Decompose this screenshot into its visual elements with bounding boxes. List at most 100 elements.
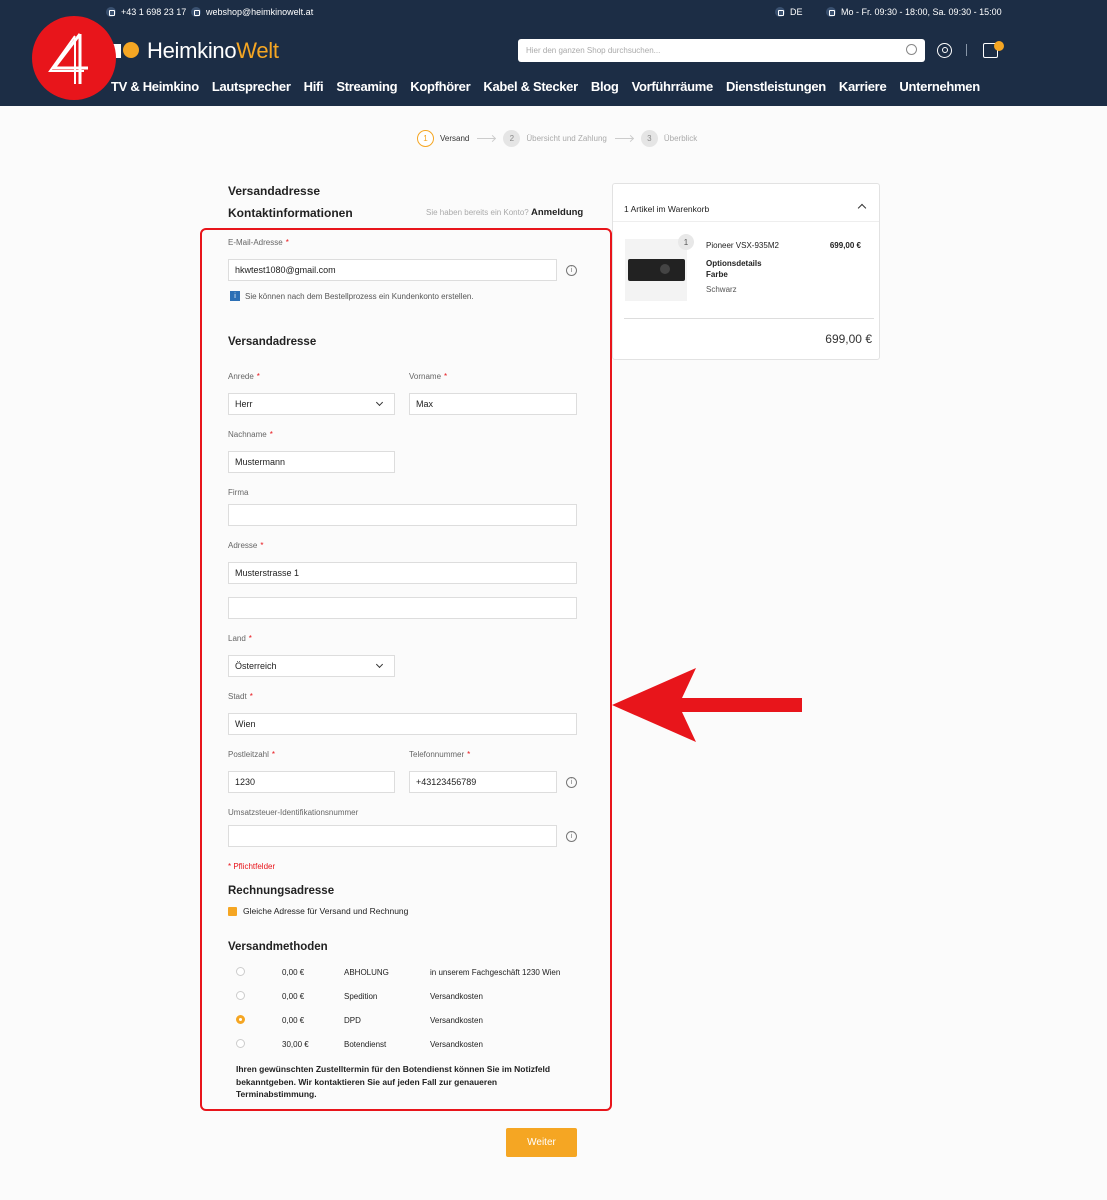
email-contact[interactable]: webshop@heimkinowelt.at [191,7,313,17]
country-select[interactable]: Österreich [228,655,395,677]
top-info-bar: +43 1 698 23 17 webshop@heimkinowelt.at … [0,0,1107,24]
product-color: Schwarz [706,285,737,294]
av-receiver-image [628,259,685,281]
brand-logo[interactable]: HeimkinoWelt [111,38,279,64]
same-address-checkbox[interactable]: Gleiche Adresse für Versand und Rechnung [228,906,408,916]
cart-summary: 1 Artikel im Warenkorb 1 Pioneer VSX-935… [612,183,880,360]
checkout-steps: 1 Versand 2 Übersicht und Zahlung 3 Über… [417,130,697,147]
login-hint: Sie haben bereits ein Konto? Anmeldung [426,207,584,218]
arrow-right-icon [614,138,633,139]
lastname-label: Nachname * [228,430,273,439]
phone-icon [106,7,116,17]
quantity-badge: 1 [678,234,694,250]
shipping-option-spedition[interactable]: 0,00 € Spedition Versandkosten [236,991,576,1003]
contact-title: Kontaktinformationen [228,206,353,220]
salutation-label: Anrede * [228,372,260,381]
search-input[interactable]: Hier den ganzen Shop durchsuchen... [518,39,925,62]
step-1-number: 1 [417,130,434,147]
info-icon[interactable]: i [566,265,577,276]
company-label: Firma [228,488,249,497]
divider [613,221,879,222]
chevron-up-icon[interactable] [857,203,867,213]
account-icon[interactable] [937,43,952,58]
mail-icon [191,7,201,17]
product-image [625,239,687,301]
nav-item-streaming[interactable]: Streaming [336,79,397,94]
lastname-field[interactable]: Mustermann [228,451,395,473]
opening-hours: Mo - Fr. 09:30 - 18:00, Sa. 09:30 - 15:0… [826,7,1002,17]
account-note: i Sie können nach dem Bestellprozess ein … [230,291,474,301]
shipping-option-botendienst[interactable]: 30,00 € Botendienst Versandkosten [236,1039,576,1051]
info-icon[interactable]: i [566,831,577,842]
address-label: Adresse * [228,541,264,550]
email-field[interactable]: hkwtest1080@gmail.com [228,259,557,281]
cart-badge [994,41,1004,51]
page-title: Versandadresse [228,184,321,198]
divider [624,318,874,319]
radio-button[interactable] [236,967,245,976]
company-field[interactable] [228,504,577,526]
shipping-address-title: Versandadresse [228,336,317,348]
cart-header[interactable]: 1 Artikel im Warenkorb [624,204,709,214]
divider [966,44,967,56]
nav-item-karriere[interactable]: Karriere [839,79,887,94]
clock-icon [826,7,836,17]
nav-item-hifi[interactable]: Hifi [304,79,324,94]
salutation-select[interactable]: Herr [228,393,395,415]
nav-item-unternehmen[interactable]: Unternehmen [899,79,980,94]
nav-item-kopfhoerer[interactable]: Kopfhörer [410,79,470,94]
phone-label: Telefonnummer * [409,750,471,759]
step-2-label[interactable]: Übersicht und Zahlung [526,134,607,143]
product-options[interactable]: Optionsdetails Farbe [706,258,762,280]
firstname-label: Vorname * [409,372,448,381]
channel-4-logo [32,16,116,100]
city-field[interactable]: Wien [228,713,577,735]
info-icon[interactable]: i [566,777,577,788]
step-3-number: 3 [640,130,658,147]
phone-contact[interactable]: +43 1 698 23 17 [106,7,186,17]
language-selector[interactable]: DE [775,7,803,17]
nav-item-dienstleistungen[interactable]: Dienstleistungen [726,79,826,94]
cart-total: 699,00 € [825,332,872,346]
address-line2-field[interactable] [228,597,577,619]
nav-item-blog[interactable]: Blog [591,79,619,94]
login-link[interactable]: Anmeldung [531,207,583,218]
radio-button[interactable] [236,1039,245,1048]
zip-field[interactable]: 1230 [228,771,395,793]
shipping-option-dpd[interactable]: 0,00 € DPD Versandkosten [236,1015,576,1027]
nav-item-vorfuehrraeume[interactable]: Vorführräume [632,79,714,94]
product-price: 699,00 € [829,241,861,250]
vat-field[interactable] [228,825,557,847]
city-label: Stadt * [228,692,253,701]
required-note: * Pflichtfelder [228,862,276,871]
product-name: Pioneer VSX-935M2 [706,241,779,250]
globe-icon [775,7,785,17]
vat-label: Umsatzsteuer-Identifikationsnummer [228,808,359,817]
number-4-icon [48,33,88,84]
shipping-note: Ihren gewünschten Zustelltermin für den … [236,1064,551,1099]
step-3-label[interactable]: Überblick [664,134,697,143]
address-field[interactable]: Musterstrasse 1 [228,562,577,584]
shipping-option-abholung[interactable]: 0,00 € ABHOLUNG in unserem Fachgeschäft … [236,967,576,979]
radio-button-selected[interactable] [236,1015,245,1024]
country-label: Land * [228,634,252,643]
shipping-methods-title: Versandmethoden [228,941,328,953]
nav-item-lautsprecher[interactable]: Lautsprecher [212,79,291,94]
firstname-field[interactable]: Max [409,393,577,415]
email-label: E-Mail-Adresse * [228,238,289,247]
info-badge-icon: i [230,291,240,301]
continue-button[interactable]: Weiter [506,1128,577,1157]
zip-label: Postleitzahl * [228,750,276,759]
radio-button[interactable] [236,991,245,1000]
phone-field[interactable]: +43123456789 [409,771,557,793]
step-1-label[interactable]: Versand [440,134,469,143]
arrow-right-icon [477,138,496,139]
checkbox-checked-icon[interactable] [228,906,237,916]
step-2-number: 2 [503,130,521,147]
billing-title: Rechnungsadresse [228,885,335,897]
nav-item-kabel-stecker[interactable]: Kabel & Stecker [483,79,578,94]
search-icon[interactable] [906,44,917,55]
main-nav: TV & Heimkino Lautsprecher Hifi Streamin… [111,79,980,94]
nav-item-tv-heimkino[interactable]: TV & Heimkino [111,79,199,94]
red-arrow-icon [612,668,802,742]
